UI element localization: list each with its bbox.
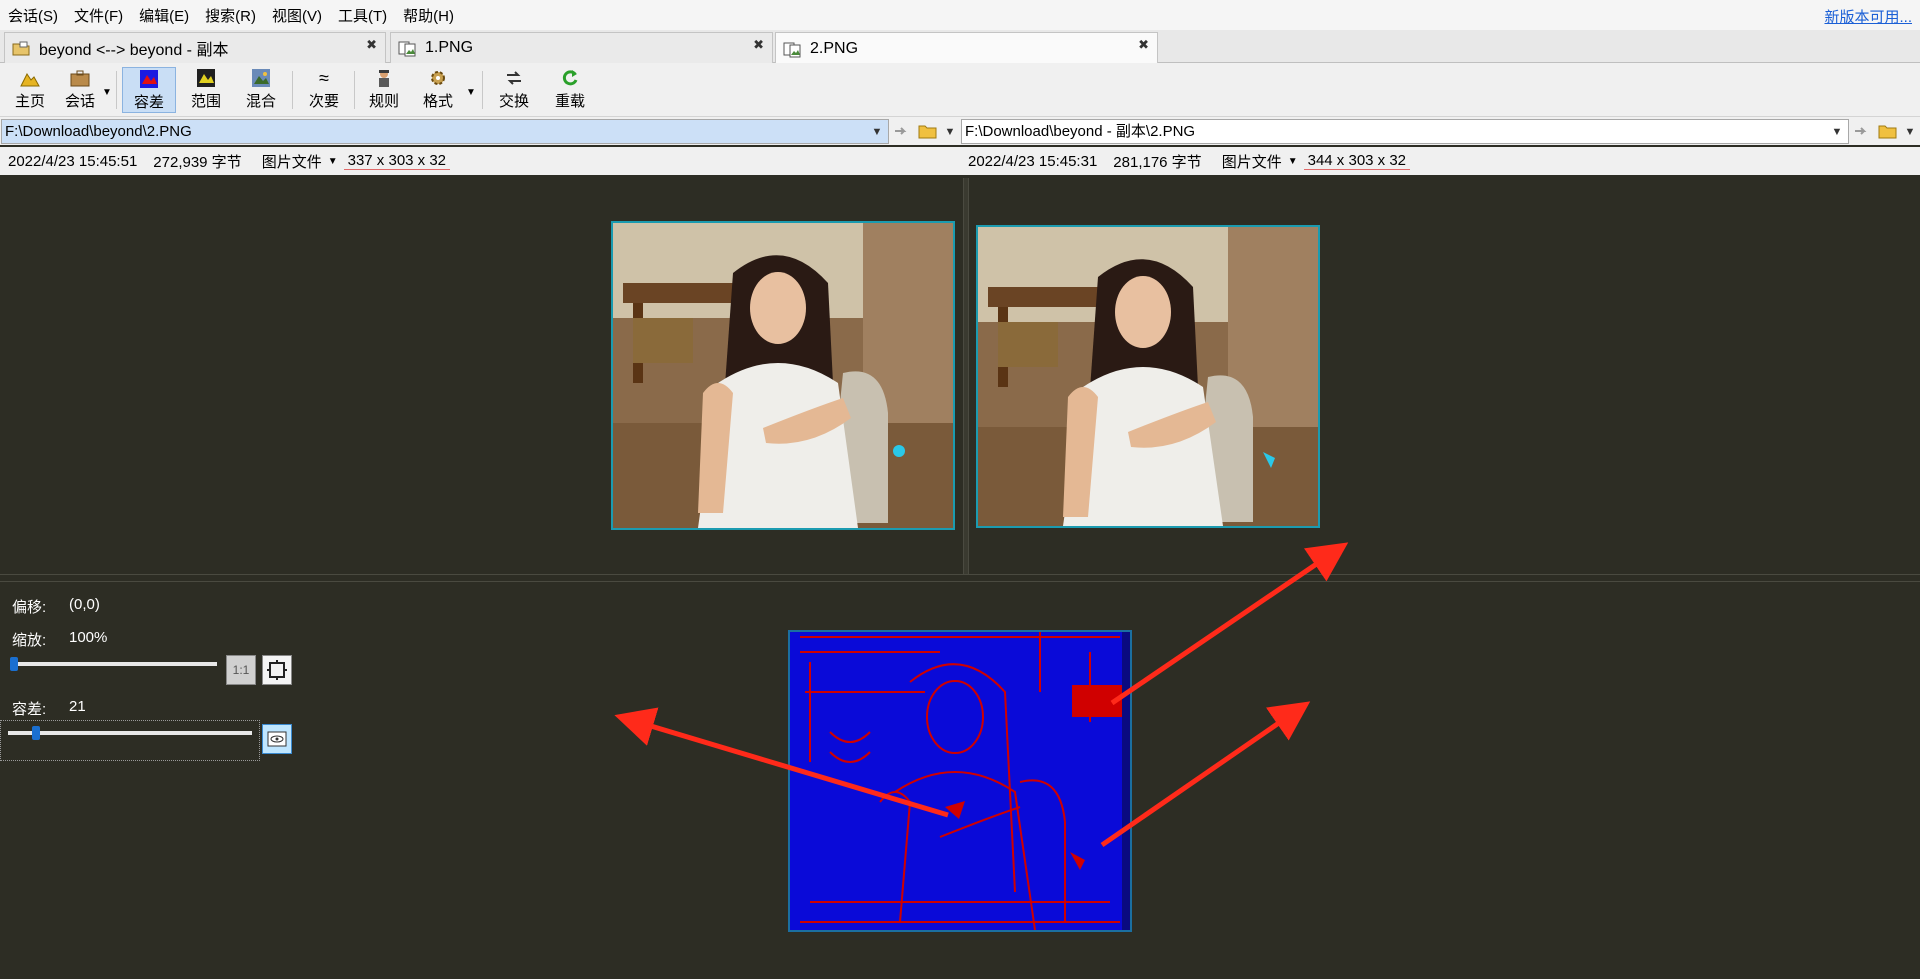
arrow-to-right-image [1110,542,1349,706]
arrow-from-difference [1100,701,1311,848]
arrow-to-controls [614,707,949,818]
annotation-arrows [614,542,1349,848]
